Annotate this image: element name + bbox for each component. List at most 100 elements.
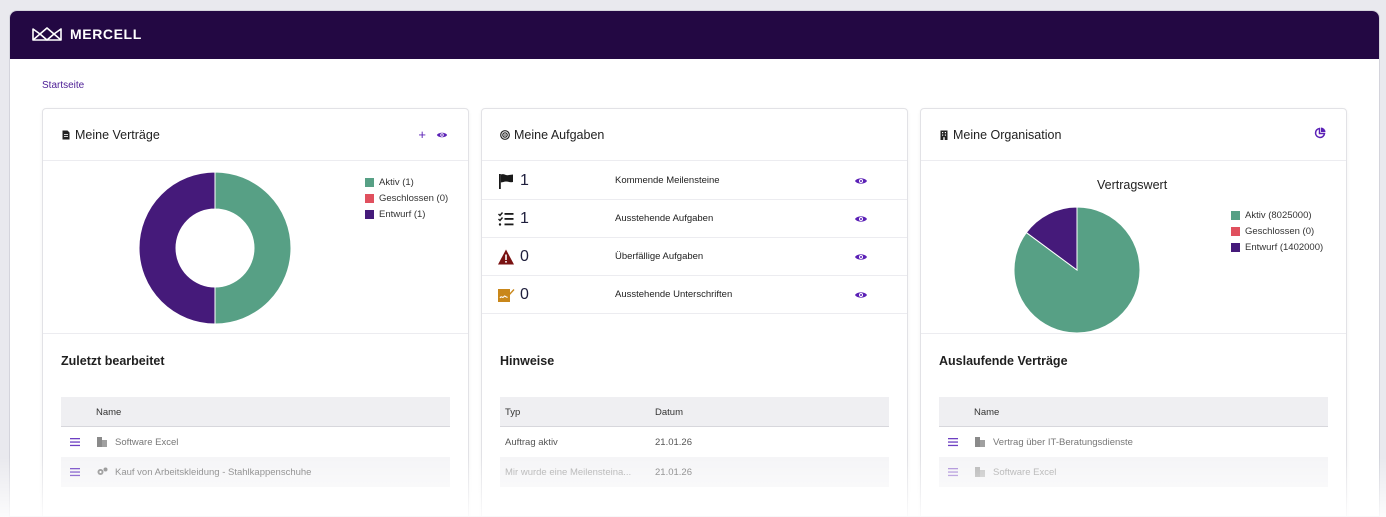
notes-title: Hinweise	[500, 354, 555, 368]
add-contract-button[interactable]: +	[418, 127, 426, 142]
organisation-legend: Aktiv (8025000) Geschlossen (0) Entwurf …	[1231, 207, 1323, 255]
table-row[interactable]: Auftrag aktiv 21.01.26	[500, 427, 889, 457]
view-contracts-button[interactable]	[436, 129, 448, 141]
row-name: Software Excel	[115, 437, 179, 448]
chart-settings-button[interactable]	[1314, 127, 1326, 139]
table-header: Name	[61, 397, 450, 427]
organisation-title-text: Meine Organisation	[953, 128, 1062, 142]
row-date: 21.01.26	[655, 467, 692, 478]
warning-icon	[498, 249, 514, 265]
task-label: Kommende Meilensteine	[615, 175, 720, 186]
organisation-chart-area: Vertragswert Aktiv (8025000) Geschlossen…	[921, 162, 1346, 334]
table-header: Name	[939, 397, 1328, 427]
app-window: MERCELL Startseite Meine Verträge + Akti…	[9, 10, 1380, 517]
legend-label-active: Aktiv (8025000)	[1245, 209, 1312, 221]
signature-icon	[498, 289, 515, 302]
checklist-icon	[498, 212, 514, 226]
legend-swatch-draft	[365, 209, 374, 219]
legend-item-closed[interactable]: Geschlossen (0)	[365, 190, 448, 206]
task-row-overdue[interactable]: 0 Überfällige Aufgaben	[482, 238, 907, 276]
mercell-logo-icon	[32, 27, 62, 41]
task-row-milestones[interactable]: 1 Kommende Meilensteine	[482, 162, 907, 200]
flag-icon	[499, 174, 513, 189]
contracts-legend: Aktiv (1) Geschlossen (0) Entwurf (1)	[365, 174, 448, 222]
table-row[interactable]: Vertrag über IT-Beratungsdienste	[939, 427, 1328, 457]
eye-icon[interactable]	[854, 288, 868, 302]
contracts-title-text: Meine Verträge	[75, 128, 160, 142]
legend-item-draft[interactable]: Entwurf (1)	[365, 206, 448, 222]
menu-icon[interactable]	[70, 467, 80, 477]
recent-edited-title: Zuletzt bearbeitet	[61, 354, 165, 368]
table-row[interactable]: Kauf von Arbeitskleidung - Stahlkappensc…	[61, 457, 450, 487]
legend-item-active[interactable]: Aktiv (1)	[365, 174, 448, 190]
legend-swatch-closed	[1231, 226, 1240, 236]
breadcrumb-home[interactable]: Startseite	[42, 80, 84, 91]
column-header-name[interactable]: Name	[974, 407, 999, 418]
top-bar: MERCELL	[10, 11, 1379, 59]
notes-table: Typ Datum Auftrag aktiv 21.01.26 Mir wur…	[500, 397, 889, 487]
task-label: Ausstehende Aufgaben	[615, 213, 714, 224]
table-header: Typ Datum	[500, 397, 889, 427]
tasks-card-title: Meine Aufgaben	[500, 128, 604, 142]
menu-icon[interactable]	[70, 437, 80, 447]
table-row[interactable]: Mir wurde eine Meilensteina... 21.01.26	[500, 457, 889, 487]
row-name: Vertrag über IT-Beratungsdienste	[993, 437, 1133, 448]
brand-logo[interactable]: MERCELL	[32, 25, 142, 43]
task-row-signatures[interactable]: 0 Ausstehende Unterschriften	[482, 276, 907, 314]
task-label: Ausstehende Unterschriften	[615, 289, 733, 300]
legend-swatch-active	[1231, 210, 1240, 220]
expiring-contracts-title: Auslaufende Verträge	[939, 354, 1068, 368]
row-type: Mir wurde eine Meilensteina...	[505, 467, 632, 478]
slice-entwurf[interactable]	[138, 171, 216, 325]
brand-name: MERCELL	[70, 26, 142, 42]
menu-icon[interactable]	[948, 437, 958, 447]
eye-icon[interactable]	[854, 212, 868, 226]
organisation-card-header: Meine Organisation	[921, 109, 1346, 161]
table-row[interactable]: Software Excel	[61, 427, 450, 457]
recent-edited-table: Name Software Excel Kauf von Arbeitsklei…	[61, 397, 450, 487]
table-row[interactable]: Software Excel	[939, 457, 1328, 487]
column-header-type[interactable]: Typ	[505, 407, 520, 418]
legend-label-closed: Geschlossen (0)	[379, 192, 449, 204]
legend-label-closed: Geschlossen (0)	[1245, 225, 1315, 237]
eye-icon	[436, 132, 448, 137]
menu-icon[interactable]	[948, 467, 958, 477]
target-icon	[500, 130, 510, 140]
task-count: 0	[520, 286, 529, 303]
organisation-card: Meine Organisation Vertragswert Aktiv (8…	[920, 108, 1347, 516]
row-name: Kauf von Arbeitskleidung - Stahlkappensc…	[115, 467, 312, 478]
legend-label-draft: Entwurf (1402000)	[1245, 241, 1324, 253]
contract-icon	[975, 467, 985, 477]
pie-chart-icon	[1314, 127, 1326, 139]
contracts-card-title: Meine Verträge	[61, 128, 160, 142]
legend-item-draft[interactable]: Entwurf (1402000)	[1231, 239, 1323, 255]
legend-item-closed[interactable]: Geschlossen (0)	[1231, 223, 1323, 239]
organisation-actions	[1314, 127, 1326, 139]
column-header-date[interactable]: Datum	[655, 407, 683, 418]
row-name: Software Excel	[993, 467, 1057, 478]
slice-aktiv[interactable]	[214, 171, 292, 325]
legend-item-active[interactable]: Aktiv (8025000)	[1231, 207, 1323, 223]
legend-swatch-draft	[1231, 242, 1240, 252]
row-type: Auftrag aktiv	[505, 437, 558, 448]
task-count: 0	[520, 248, 529, 265]
gears-icon	[97, 467, 108, 475]
column-header-name[interactable]: Name	[96, 407, 121, 418]
task-count: 1	[520, 172, 529, 189]
contracts-chart-area: Aktiv (1) Geschlossen (0) Entwurf (1)	[43, 162, 468, 334]
expiring-contracts-table: Name Vertrag über IT-Beratungsdienste So…	[939, 397, 1328, 487]
tasks-card: Meine Aufgaben 1 Kommende Meilensteine 1…	[481, 108, 908, 516]
task-row-pending[interactable]: 1 Ausstehende Aufgaben	[482, 200, 907, 238]
organisation-card-title: Meine Organisation	[939, 128, 1061, 142]
contracts-card-header: Meine Verträge +	[43, 109, 468, 161]
eye-icon[interactable]	[854, 250, 868, 264]
contract-icon	[975, 437, 985, 447]
contract-icon	[97, 437, 107, 447]
document-icon	[62, 130, 70, 140]
legend-label-draft: Entwurf (1)	[379, 208, 426, 220]
eye-icon[interactable]	[854, 174, 868, 188]
building-icon	[940, 130, 948, 140]
task-label: Überfällige Aufgaben	[615, 251, 704, 262]
contracts-card: Meine Verträge + Aktiv (1) Geschlossen (…	[42, 108, 469, 516]
row-date: 21.01.26	[655, 437, 692, 448]
